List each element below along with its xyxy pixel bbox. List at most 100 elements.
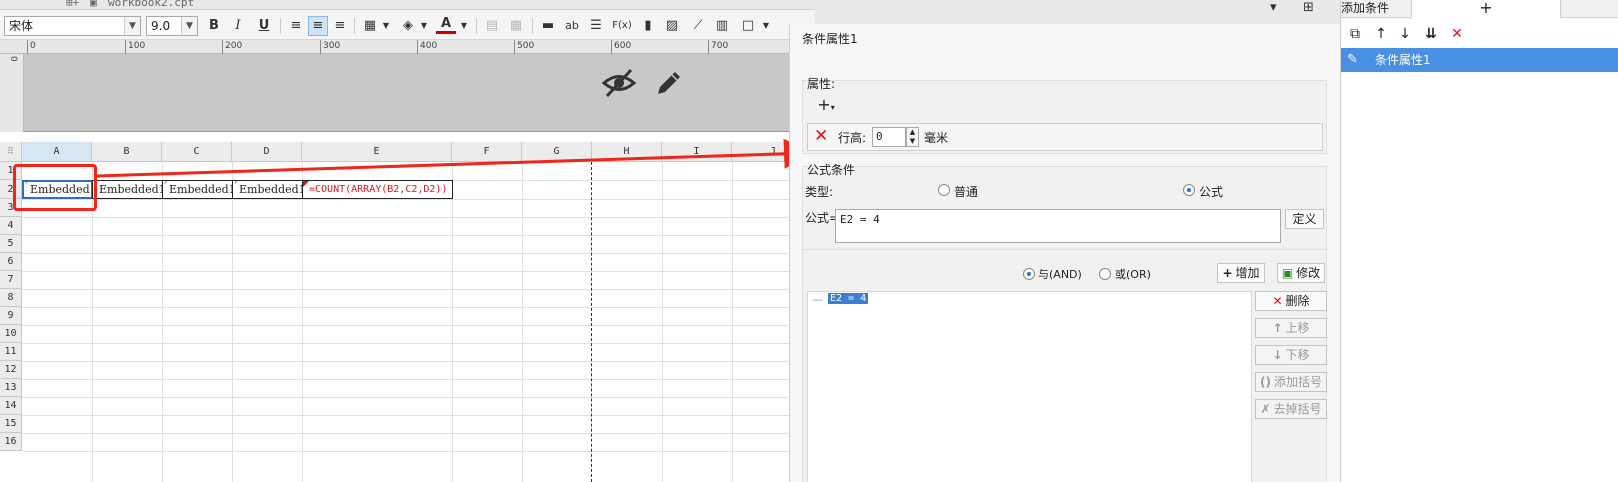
rich-text-icon[interactable]: ▥ xyxy=(712,16,732,36)
italic-button[interactable]: I xyxy=(228,16,248,36)
chart-icon[interactable]: ▮ xyxy=(638,16,658,36)
remove-property-icon[interactable]: ✕ xyxy=(814,126,828,146)
underline-button[interactable]: U xyxy=(254,16,274,36)
add-tab-button[interactable]: + xyxy=(1411,0,1561,18)
bold-button[interactable]: B xyxy=(204,16,224,36)
row-height-spinner[interactable]: ▲ ▼ xyxy=(906,127,919,147)
column-header[interactable]: D xyxy=(232,142,302,162)
paragraph-icon[interactable]: ☰ xyxy=(586,16,606,36)
new-sheet-icon[interactable]: ⊞+ xyxy=(66,0,79,9)
remove-bracket-icon: ✗ xyxy=(1260,402,1271,416)
eye-slash-icon[interactable] xyxy=(601,68,637,106)
type-label: 类型: xyxy=(805,185,834,199)
move-to-bottom-icon[interactable]: ⇊ xyxy=(1421,24,1441,44)
chevron-down-icon[interactable]: ▼ xyxy=(181,17,197,35)
type-formula-radio[interactable] xyxy=(1183,184,1195,196)
image-icon[interactable]: ▨ xyxy=(662,16,682,36)
select-all-corner[interactable]: ⠿ xyxy=(0,142,22,162)
ruler-tick: 500 xyxy=(514,40,534,54)
condition-list-item[interactable]: ✎ 条件属性1 xyxy=(1341,48,1618,72)
row-header[interactable]: 14 xyxy=(0,397,22,415)
file-tab[interactable]: workbook2.cpt xyxy=(108,0,194,9)
condition-list[interactable]: — E2 = 4 xyxy=(807,291,1252,482)
remove-bracket-label: 去掉括号 xyxy=(1273,402,1322,416)
filter-icon[interactable]: ▾ xyxy=(1270,0,1277,15)
row-header[interactable]: 16 xyxy=(0,433,22,451)
align-center-icon[interactable]: ≡ xyxy=(308,16,328,36)
add-bracket-button[interactable]: () 添加括号 xyxy=(1255,372,1327,392)
row-header[interactable]: 13 xyxy=(0,379,22,397)
cell-c2[interactable]: ᐟ Embedded1. xyxy=(162,180,233,199)
align-right-icon[interactable]: ≡ xyxy=(330,16,350,36)
column-header[interactable]: G xyxy=(522,142,592,162)
chevron-down-icon[interactable]: ▼ xyxy=(454,16,474,36)
pencil-icon: ✎ xyxy=(1347,52,1358,67)
column-header[interactable]: H xyxy=(592,142,662,162)
remove-bracket-button[interactable]: ✗ 去掉括号 xyxy=(1255,399,1327,419)
align-left-icon[interactable]: ≡ xyxy=(286,16,306,36)
row-header[interactable]: 10 xyxy=(0,325,22,343)
chevron-down-icon[interactable]: ▼ xyxy=(376,16,396,36)
cell-d2[interactable]: ᐟ Embedded1. xyxy=(232,180,303,199)
column-header[interactable]: E xyxy=(302,142,452,162)
row-header[interactable]: 5 xyxy=(0,235,22,253)
arrow-down-icon[interactable]: ↓ xyxy=(1395,24,1415,44)
row-header[interactable]: 6 xyxy=(0,253,22,271)
row-header[interactable]: 4 xyxy=(0,217,22,235)
move-down-button[interactable]: ↓ 下移 xyxy=(1255,345,1327,365)
condition-list-panel: 添加条件 + ⧉ ↑ ↓ ⇊ ✕ ✎ 条件属性1 xyxy=(1340,0,1618,482)
add-button[interactable]: + 增加 xyxy=(1217,263,1265,283)
tab-add-condition[interactable]: 添加条件 xyxy=(1341,0,1411,18)
delete-button[interactable]: ✕ 删除 xyxy=(1255,291,1327,311)
add-property-button[interactable]: +▾ xyxy=(811,96,841,116)
delete-icon[interactable]: ✕ xyxy=(1447,24,1467,44)
row-header[interactable]: 8 xyxy=(0,289,22,307)
pencil-icon[interactable] xyxy=(654,68,684,106)
copy-icon[interactable]: ⧉ xyxy=(1345,24,1365,44)
slash-cell-icon[interactable]: ⟋ xyxy=(688,16,708,36)
page-header-area[interactable] xyxy=(24,54,815,132)
insert-row-icon[interactable]: ▬ xyxy=(538,16,558,36)
column-header[interactable]: C xyxy=(162,142,232,162)
column-header[interactable]: B xyxy=(92,142,162,162)
text-button[interactable]: ab xyxy=(562,16,582,36)
row-header[interactable]: 15 xyxy=(0,415,22,433)
chevron-down-icon: ▾ xyxy=(830,103,835,112)
merge-cells-icon[interactable]: ▤ xyxy=(482,16,502,36)
cell-e2[interactable]: =COUNT(ARRAY(B2,C2,D2)) xyxy=(302,180,453,199)
font-color-icon[interactable]: A xyxy=(436,16,456,34)
ruler-tick: 400 xyxy=(417,40,437,54)
layout-icon[interactable]: ⊞ xyxy=(1303,0,1314,15)
ruler-tick: 300 xyxy=(320,40,340,54)
row-header[interactable]: 11 xyxy=(0,343,22,361)
condition-item[interactable]: E2 = 4 xyxy=(828,293,869,304)
type-normal-radio[interactable] xyxy=(938,184,950,196)
font-size-select[interactable]: 9.0 ▼ xyxy=(146,16,198,36)
sub-report-icon[interactable]: □ xyxy=(738,16,758,36)
spreadsheet-grid[interactable]: ⠿ A B C D E F G H I J 1 2 3 4 5 6 7 8 9 … xyxy=(0,142,815,482)
chevron-down-icon[interactable]: ▼ xyxy=(124,17,140,35)
chevron-down-icon[interactable]: ▼ xyxy=(756,16,776,36)
arrow-up-icon[interactable]: ↑ xyxy=(1371,24,1391,44)
and-radio[interactable] xyxy=(1023,268,1035,280)
column-header[interactable]: I xyxy=(662,142,732,162)
column-header[interactable]: A xyxy=(22,142,92,162)
cell-b2[interactable]: Embedded1. xyxy=(92,180,163,199)
formula-button[interactable]: F(x) xyxy=(610,16,634,36)
modify-button[interactable]: ▣ 修改 xyxy=(1277,263,1325,283)
column-header[interactable]: F xyxy=(452,142,522,162)
chevron-down-icon[interactable]: ▼ xyxy=(414,16,434,36)
unmerge-cells-icon[interactable]: ▦ xyxy=(506,16,526,36)
add-bracket-label: 添加括号 xyxy=(1273,375,1322,389)
move-up-label: 上移 xyxy=(1285,321,1310,335)
row-height-input[interactable]: 0 xyxy=(872,127,906,147)
row-header[interactable]: 9 xyxy=(0,307,22,325)
move-up-button[interactable]: ↑ 上移 xyxy=(1255,318,1327,338)
or-radio[interactable] xyxy=(1099,268,1111,280)
formula-input[interactable]: E2 = 4 xyxy=(835,209,1281,243)
row-header[interactable]: 12 xyxy=(0,361,22,379)
define-button[interactable]: 定义 xyxy=(1285,209,1324,229)
row-header[interactable]: 7 xyxy=(0,271,22,289)
row-height-unit: 毫米 xyxy=(924,131,949,145)
font-name-select[interactable]: 宋体 ▼ xyxy=(4,16,141,36)
